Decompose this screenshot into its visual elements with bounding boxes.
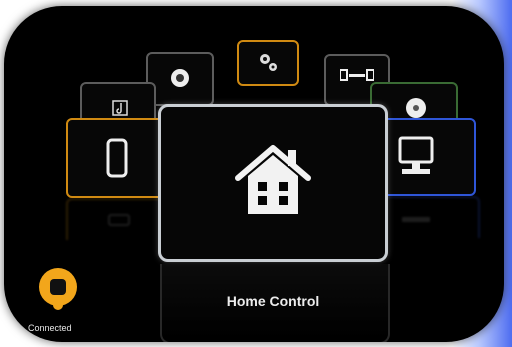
disc-icon <box>406 98 426 118</box>
monitor-card-reflection <box>376 196 480 238</box>
menu-card-monitor[interactable] <box>376 118 476 196</box>
phone-icon <box>106 138 128 178</box>
media-carousel-screen: Home Control Connected <box>4 6 504 342</box>
connection-status-text: Connected <box>28 323 72 333</box>
menu-card-settings[interactable] <box>237 40 299 86</box>
menu-card-camera[interactable] <box>146 52 214 106</box>
menu-card-home-control[interactable] <box>158 104 388 262</box>
menu-card-phone[interactable] <box>66 118 166 198</box>
sliders-icon <box>340 69 374 81</box>
connection-icon <box>39 268 77 310</box>
phone-card-reflection <box>66 198 170 240</box>
monitor-icon <box>398 136 434 174</box>
house-icon <box>235 145 311 214</box>
camera-icon <box>171 69 189 87</box>
settings-icon <box>260 54 277 71</box>
music-icon <box>112 100 128 116</box>
selected-item-label: Home Control <box>226 293 320 309</box>
